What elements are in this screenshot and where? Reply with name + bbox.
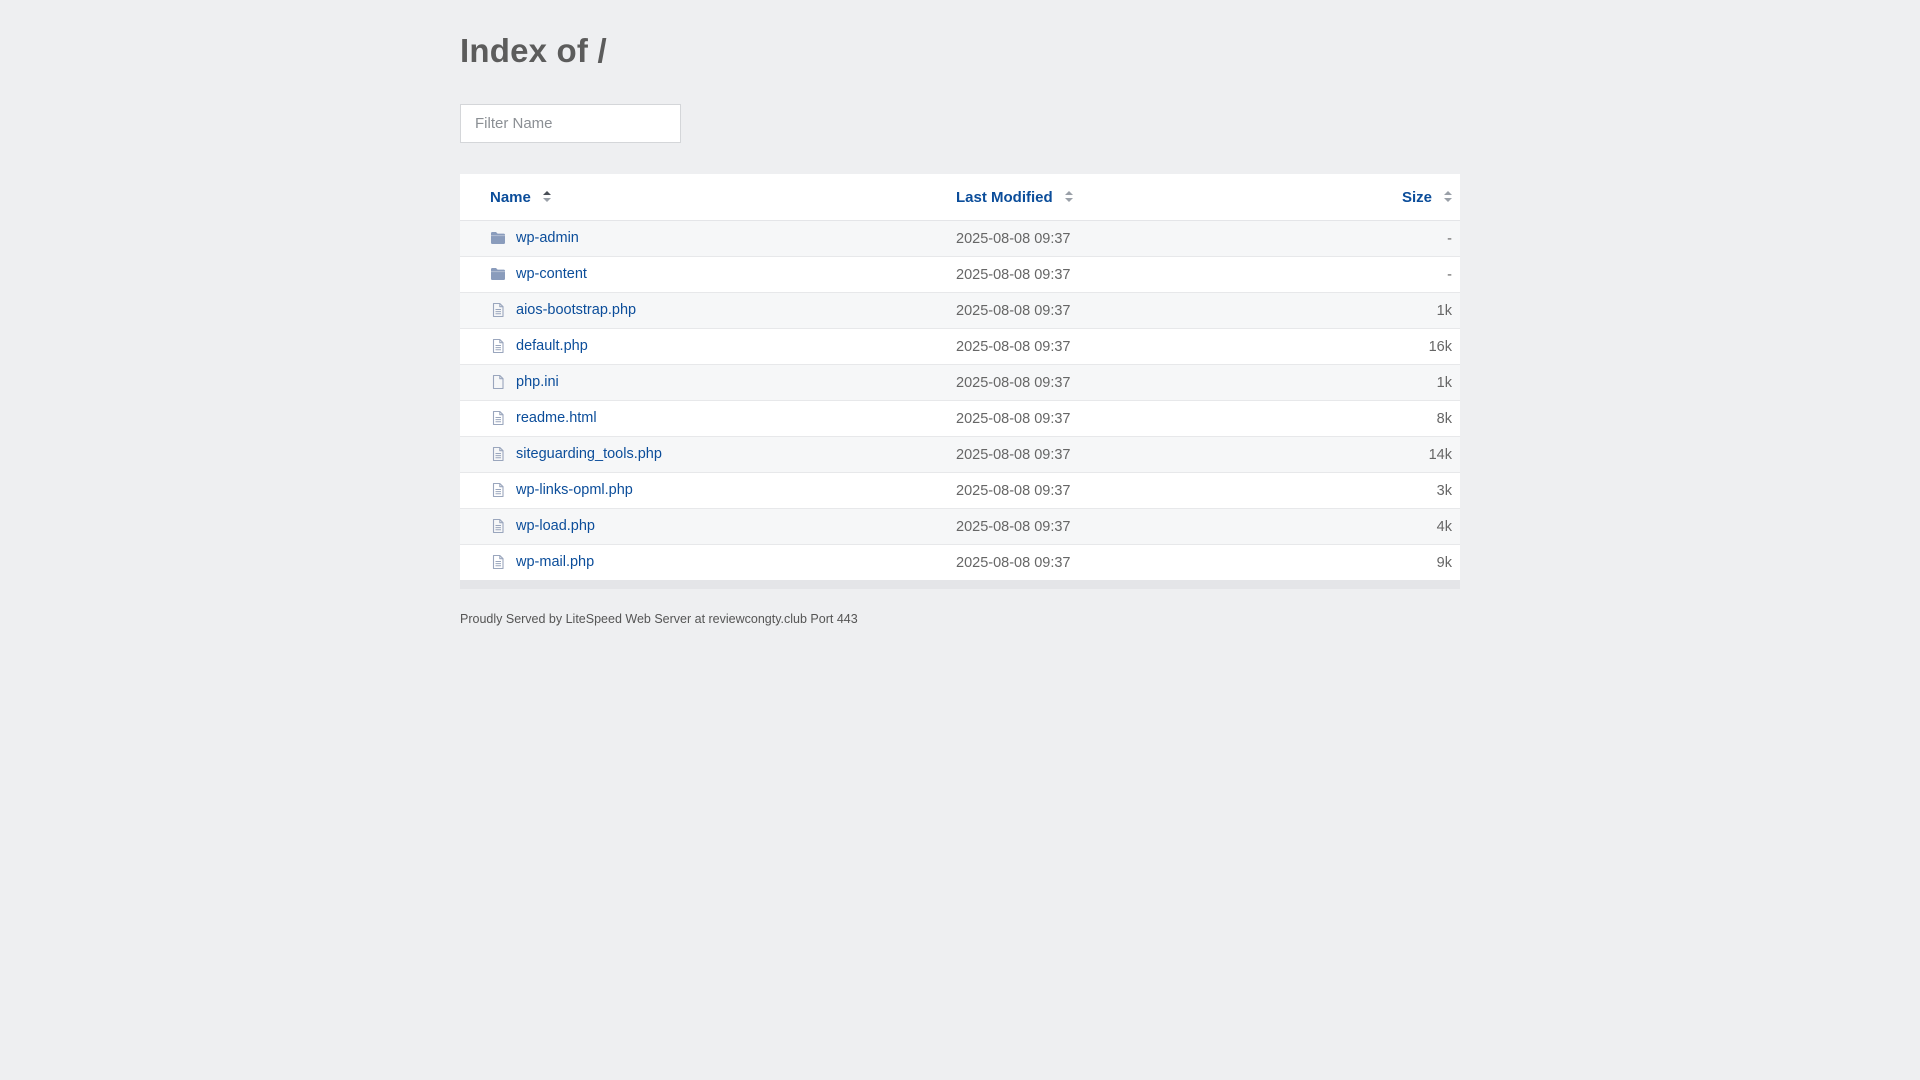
table-row: wp-content 2025-08-08 09:37-	[460, 256, 1460, 293]
file-text-icon	[490, 446, 506, 462]
column-header-last-modified: Last Modified	[940, 174, 1256, 221]
page-title: Index of /	[460, 32, 607, 69]
cell-size: 14k	[1256, 436, 1460, 473]
file-text-icon	[490, 554, 506, 570]
table-row: php.ini 2025-08-08 09:37 1k	[460, 364, 1460, 401]
sort-by-last-modified-link[interactable]: Last Modified	[956, 189, 1053, 206]
sort-arrows-icon[interactable]	[542, 191, 551, 203]
column-header-name: Name	[460, 174, 940, 221]
file-name: wp-load.php	[516, 518, 595, 535]
filter-name-input[interactable]	[460, 104, 681, 143]
cell-last-modified: 2025-08-08 09:37	[940, 544, 1256, 580]
file-link[interactable]: aios-bootstrap.php	[490, 302, 636, 318]
cell-last-modified: 2025-08-08 09:37	[940, 364, 1256, 401]
file-text-icon	[490, 338, 506, 354]
folder-icon	[490, 266, 506, 282]
table-row: wp-admin 2025-08-08 09:37-	[460, 220, 1460, 257]
cell-last-modified: 2025-08-08 09:37	[940, 472, 1256, 509]
column-name-label: Name	[490, 188, 531, 206]
folder-icon	[490, 230, 506, 246]
table-row: wp-load.php 2025-08-08 09:37 4k	[460, 508, 1460, 545]
file-link[interactable]: wp-mail.php	[490, 554, 594, 570]
file-listing: Name Last Modified Size wp-admin 2025-08-…	[460, 174, 1460, 589]
table-row: wp-mail.php 2025-08-08 09:37 9k	[460, 544, 1460, 580]
cell-name: readme.html	[460, 400, 940, 437]
cell-last-modified: 2025-08-08 09:37	[940, 292, 1256, 329]
cell-name: aios-bootstrap.php	[460, 292, 940, 329]
file-link[interactable]: wp-admin	[490, 230, 579, 246]
file-icon	[490, 374, 506, 390]
file-name: siteguarding_tools.php	[516, 446, 662, 463]
file-text-icon	[490, 482, 506, 498]
table-row: wp-links-opml.php 2025-08-08 09:37 3k	[460, 472, 1460, 509]
file-link[interactable]: wp-links-opml.php	[490, 482, 633, 498]
sort-by-name-link[interactable]: Name	[490, 189, 531, 206]
cell-size: 16k	[1256, 328, 1460, 365]
file-link[interactable]: siteguarding_tools.php	[490, 446, 662, 462]
table-row: aios-bootstrap.php 2025-08-08 09:37 1k	[460, 292, 1460, 329]
cell-last-modified: 2025-08-08 09:37	[940, 256, 1256, 293]
cell-name: default.php	[460, 328, 940, 365]
cell-size: 3k	[1256, 472, 1460, 509]
file-name: wp-content	[516, 266, 587, 283]
file-name: wp-links-opml.php	[516, 482, 633, 499]
file-name: aios-bootstrap.php	[516, 302, 637, 319]
file-name: wp-mail.php	[516, 554, 595, 571]
file-text-icon	[490, 410, 506, 426]
cell-name: php.ini	[460, 364, 940, 401]
table-row: siteguarding_tools.php 2025-08-08 09:37 14…	[460, 436, 1460, 473]
file-text-icon	[490, 518, 506, 534]
table-row: default.php 2025-08-08 09:37 16k	[460, 328, 1460, 365]
sort-by-size-link[interactable]: Size	[1402, 189, 1432, 206]
cell-size: 8k	[1256, 400, 1460, 437]
sort-arrows-icon[interactable]	[1444, 191, 1452, 203]
table-row: readme.html 2025-08-08 09:37 8k	[460, 400, 1460, 437]
cell-name: wp-mail.php	[460, 544, 940, 580]
file-link[interactable]: readme.html	[490, 410, 597, 426]
file-link[interactable]: wp-content	[490, 266, 587, 282]
server-footer: Proudly Served by LiteSpeed Web Server a…	[460, 612, 858, 626]
cell-name: siteguarding_tools.php	[460, 436, 940, 473]
cell-name: wp-load.php	[460, 508, 940, 545]
file-text-icon	[490, 302, 506, 318]
column-modified-label: Last Modified	[956, 188, 1053, 206]
column-size-label: Size	[1401, 188, 1432, 206]
cell-name: wp-admin	[460, 220, 940, 257]
file-name: readme.html	[516, 410, 597, 427]
cell-size: 1k	[1256, 364, 1460, 401]
cell-name: wp-content	[460, 256, 940, 293]
cell-last-modified: 2025-08-08 09:37	[940, 220, 1256, 257]
cell-size: -	[1256, 220, 1460, 257]
file-link[interactable]: php.ini	[490, 374, 559, 390]
file-name: default.php	[516, 338, 588, 355]
sort-arrows-icon[interactable]	[1064, 191, 1073, 203]
table-header-row: Name Last Modified Size	[460, 174, 1460, 221]
file-link[interactable]: default.php	[490, 338, 588, 354]
file-table: Name Last Modified Size wp-admin 2025-08-…	[460, 174, 1460, 580]
cell-size: 1k	[1256, 292, 1460, 329]
cell-size: -	[1256, 256, 1460, 293]
column-header-size: Size	[1256, 174, 1460, 221]
cell-last-modified: 2025-08-08 09:37	[940, 328, 1256, 365]
file-link[interactable]: wp-load.php	[490, 518, 595, 534]
cell-name: wp-links-opml.php	[460, 472, 940, 509]
file-name: php.ini	[516, 374, 559, 391]
cell-size: 4k	[1256, 508, 1460, 545]
cell-last-modified: 2025-08-08 09:37	[940, 400, 1256, 437]
file-name: wp-admin	[516, 230, 579, 247]
cell-size: 9k	[1256, 544, 1460, 580]
cell-last-modified: 2025-08-08 09:37	[940, 508, 1256, 545]
cell-last-modified: 2025-08-08 09:37	[940, 436, 1256, 473]
